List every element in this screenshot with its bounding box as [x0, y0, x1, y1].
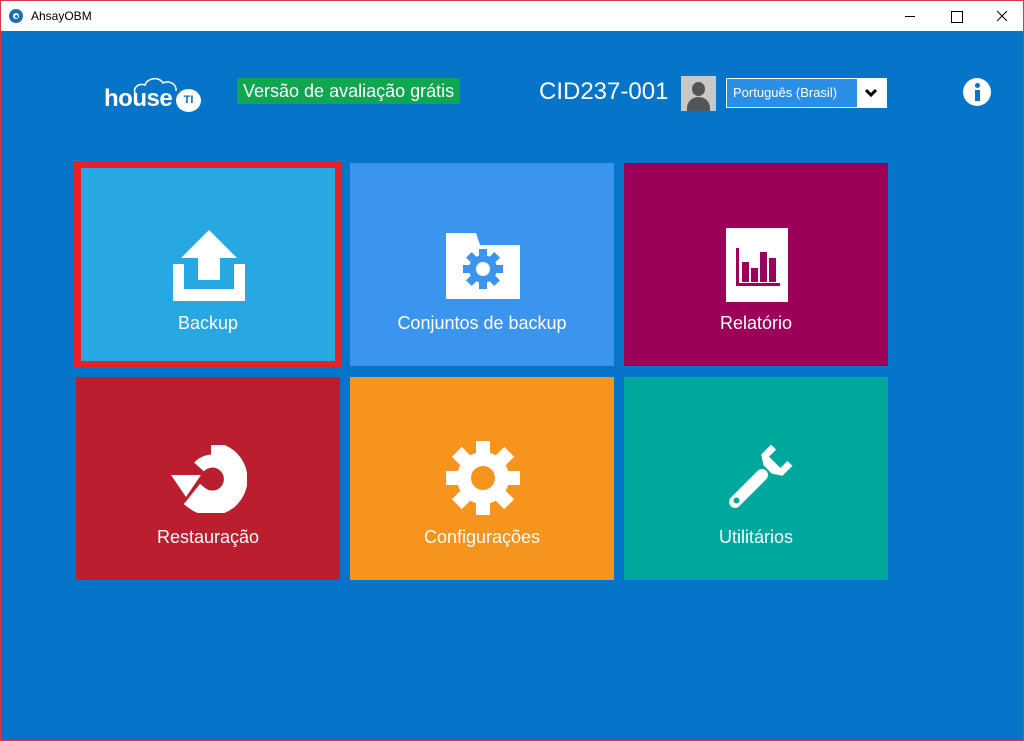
user-id: CID237-001	[539, 78, 669, 105]
avatar-head	[692, 82, 705, 96]
wrench-icon	[729, 444, 793, 508]
title-bar[interactable]: AhsayOBM	[1, 1, 1023, 31]
tile-backup-sets-label: Conjuntos de backup	[397, 313, 567, 333]
tile-settings-label: Configurações	[423, 527, 541, 547]
tile-restore-label: Restauração	[156, 527, 260, 547]
window-title: AhsayOBM	[31, 9, 92, 23]
minimize-button[interactable]	[887, 1, 933, 31]
tile-backup-label: Backup	[177, 313, 239, 333]
tile-settings[interactable]: Configurações	[350, 377, 614, 580]
main-content: house TI Versão de avaliação grátis CID2…	[1, 31, 1023, 740]
language-selected-value: Português (Brasil)	[733, 85, 838, 100]
info-icon-bar	[974, 90, 980, 101]
tile-report-label: Relatório	[719, 313, 793, 333]
avatar-body	[687, 97, 710, 111]
trial-badge: Versão de avaliação grátis	[237, 78, 461, 104]
close-button[interactable]	[979, 1, 1024, 31]
house-ti-logo: house TI	[101, 76, 211, 116]
upload-icon	[173, 230, 245, 301]
info-icon[interactable]	[963, 78, 991, 106]
bar-chart-icon	[726, 228, 788, 302]
maximize-button[interactable]	[933, 1, 979, 31]
gear-icon	[446, 441, 520, 515]
close-icon	[996, 10, 1008, 22]
folder-gear-icon	[446, 233, 520, 299]
app-window: AhsayOBM house TI Versão de avaliação gr…	[0, 0, 1024, 741]
tile-utilities-label: Utilitários	[718, 527, 793, 547]
logo-badge: TI	[176, 89, 201, 112]
language-dropdown-button[interactable]	[857, 79, 886, 107]
info-icon-dot	[974, 83, 980, 88]
tile-utilities[interactable]: Utilitários	[624, 377, 888, 580]
avatar[interactable]	[681, 76, 716, 111]
restore-arrow-icon	[171, 445, 247, 513]
tile-report[interactable]: Relatório	[624, 163, 888, 366]
tile-backup-sets[interactable]: Conjuntos de backup	[350, 163, 614, 366]
tile-backup[interactable]: Backup	[76, 163, 340, 366]
app-logo-icon	[9, 9, 23, 23]
logo-text: house	[104, 85, 173, 112]
tile-restore[interactable]: Restauração	[76, 377, 340, 580]
language-select[interactable]: Português (Brasil)	[726, 78, 887, 108]
chevron-down-icon	[865, 88, 877, 98]
